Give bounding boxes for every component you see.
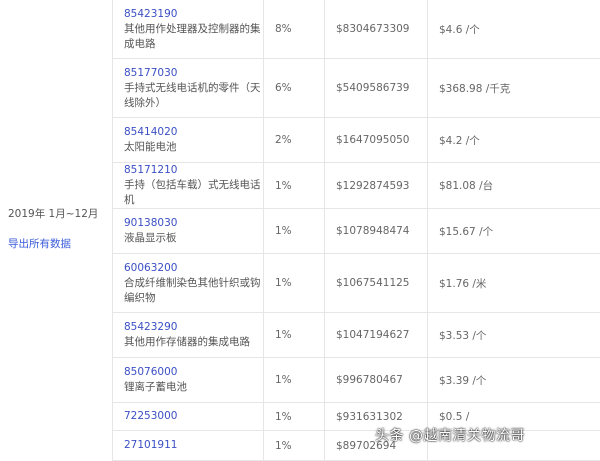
product-description: 太阳能电池 — [124, 140, 263, 155]
unit-price-cell: $368.98 /千克 — [428, 59, 600, 118]
unit-price-cell: $3.39 /个 — [428, 358, 600, 403]
product-description: 其他用作处理器及控制器的集成电路 — [124, 22, 263, 52]
unit-price-cell: $81.08 /台 — [428, 163, 600, 209]
table-row: 85177030手持式无线电话机的零件（天线除外） 6% $5409586739… — [113, 59, 600, 118]
share-cell: 1% — [264, 431, 325, 461]
product-cell: 85076000锂离子蓄电池 — [113, 358, 264, 403]
period-cell: 2019年 1月~12月 导出所有数据 — [0, 0, 112, 456]
hs-code-link[interactable]: 85423190 — [124, 7, 263, 22]
share-cell: 2% — [264, 118, 325, 163]
product-cell: 85171210手持（包括车载）式无线电话机 — [113, 163, 264, 209]
export-all-data-link[interactable]: 导出所有数据 — [8, 236, 71, 251]
product-cell: 85423290其他用作存储器的集成电路 — [113, 313, 264, 358]
table-row: 72253000 1% $931631302 $0.5 / — [113, 403, 600, 431]
product-description: 合成纤维制染色其他针织或钩编织物 — [124, 276, 263, 306]
share-cell: 1% — [264, 358, 325, 403]
unit-price-cell: $1.76 /米 — [428, 254, 600, 313]
value-cell: $1078948474 — [325, 209, 428, 254]
period-label: 2019年 1月~12月 — [8, 206, 98, 221]
product-cell: 60063200合成纤维制染色其他针织或钩编织物 — [113, 254, 264, 313]
hs-code-link[interactable]: 60063200 — [124, 261, 263, 276]
table-row: 90138030液晶显示板 1% $1078948474 $15.67 /个 — [113, 209, 600, 254]
value-cell: $1067541125 — [325, 254, 428, 313]
product-cell: 85414020太阳能电池 — [113, 118, 264, 163]
share-cell: 8% — [264, 0, 325, 59]
hs-code-link[interactable]: 85171210 — [124, 163, 263, 178]
share-cell: 1% — [264, 403, 325, 431]
table-row: 85414020太阳能电池 2% $1647095050 $4.2 /个 — [113, 118, 600, 163]
hs-code-link[interactable]: 90138030 — [124, 216, 263, 231]
unit-price-cell: $4.6 /个 — [428, 0, 600, 59]
product-description: 手持式无线电话机的零件（天线除外） — [124, 81, 263, 111]
hs-code-link[interactable]: 85177030 — [124, 66, 263, 81]
watermark: 头条 @越南清关物流哥 — [375, 425, 525, 445]
product-description: 液晶显示板 — [124, 231, 263, 246]
share-cell: 1% — [264, 209, 325, 254]
table-row: 27101911 1% $89702694 — [113, 431, 600, 461]
hs-code-link[interactable]: 85414020 — [124, 125, 263, 140]
hs-code-link[interactable]: 85076000 — [124, 365, 263, 380]
share-cell: 1% — [264, 254, 325, 313]
product-cell: 72253000 — [113, 403, 264, 431]
product-cell: 85423190其他用作处理器及控制器的集成电路 — [113, 0, 264, 59]
value-cell: $8304673309 — [325, 0, 428, 59]
value-cell: $5409586739 — [325, 59, 428, 118]
product-cell: 90138030液晶显示板 — [113, 209, 264, 254]
product-description: 锂离子蓄电池 — [124, 380, 263, 395]
table-row: 85423190其他用作处理器及控制器的集成电路 8% $8304673309 … — [113, 0, 600, 59]
table-row: 85076000锂离子蓄电池 1% $996780467 $3.39 /个 — [113, 358, 600, 403]
product-description: 其他用作存储器的集成电路 — [124, 335, 263, 350]
unit-price-cell: $3.53 /个 — [428, 313, 600, 358]
export-products-table: 85423190其他用作处理器及控制器的集成电路 8% $8304673309 … — [112, 0, 600, 461]
hs-code-link[interactable]: 72253000 — [124, 409, 263, 424]
table-row: 60063200合成纤维制染色其他针织或钩编织物 1% $1067541125 … — [113, 254, 600, 313]
value-cell: $1292874593 — [325, 163, 428, 209]
hs-code-link[interactable]: 85423290 — [124, 320, 263, 335]
table-row: 85171210手持（包括车载）式无线电话机 1% $1292874593 $8… — [113, 163, 600, 209]
product-description: 手持（包括车载）式无线电话机 — [124, 178, 263, 208]
value-cell: $1647095050 — [325, 118, 428, 163]
product-cell: 27101911 — [113, 431, 264, 461]
value-cell: $1047194627 — [325, 313, 428, 358]
product-cell: 85177030手持式无线电话机的零件（天线除外） — [113, 59, 264, 118]
share-cell: 1% — [264, 163, 325, 209]
share-cell: 1% — [264, 313, 325, 358]
value-cell: $996780467 — [325, 358, 428, 403]
unit-price-cell: $4.2 /个 — [428, 118, 600, 163]
unit-price-cell: $15.67 /个 — [428, 209, 600, 254]
share-cell: 6% — [264, 59, 325, 118]
hs-code-link[interactable]: 27101911 — [124, 438, 263, 453]
table-row: 85423290其他用作存储器的集成电路 1% $1047194627 $3.5… — [113, 313, 600, 358]
